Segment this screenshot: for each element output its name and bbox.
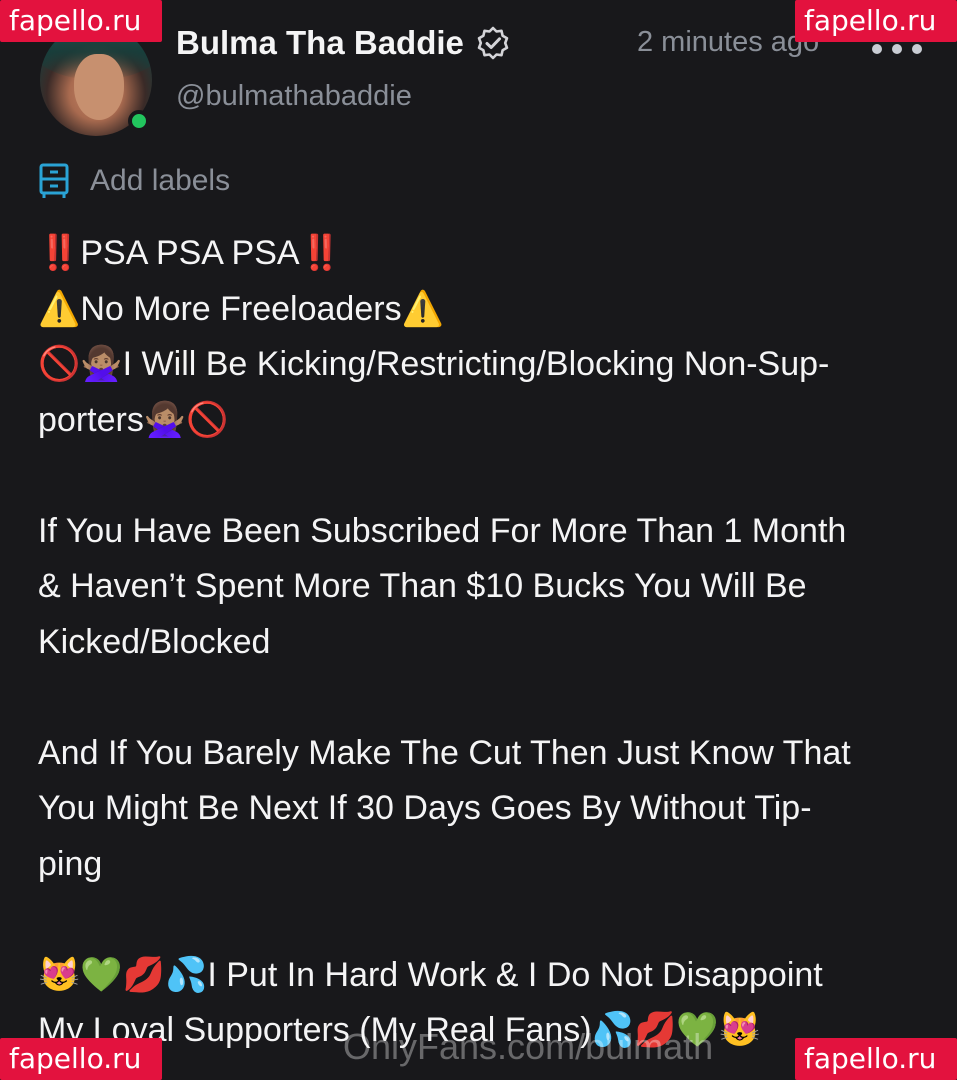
- post-text-line: If You Have Been Subscribed For More Tha…: [38, 511, 847, 550]
- post-text-line: 😻💚💋💦I Put In Hard Work & I Do Not Disapp…: [38, 955, 823, 994]
- verified-badge-icon: [477, 26, 509, 60]
- post-timestamp: 2 minutes ago: [637, 26, 820, 58]
- author-handle[interactable]: @bulmathabaddie: [176, 80, 412, 113]
- post-text-line: & Haven’t Spent More Than $10 Bucks You …: [38, 567, 807, 605]
- post-text-spacer: [38, 670, 918, 726]
- site-watermark: OnlyFans.com/bulmath: [343, 1026, 714, 1067]
- author-name-row[interactable]: Bulma Tha Baddie: [176, 24, 510, 62]
- watermark-top-left: fapello.ru: [0, 0, 162, 42]
- post-text-spacer: [38, 448, 918, 504]
- post-text-line: And If You Barely Make The Cut Then Just…: [38, 733, 851, 772]
- more-dots-icon: [892, 44, 902, 54]
- more-dots-icon: [872, 44, 882, 54]
- post-text-line: 🚫🙅🏽‍♀️I Will Be Kicking/Restricting/Bloc…: [38, 345, 830, 383]
- post-text-line: ‼️PSA PSA PSA‼️: [38, 234, 342, 272]
- post-text-line: You Might Be Next If 30 Days Goes By Wit…: [38, 789, 812, 827]
- watermark-top-right: fapello.ru: [795, 0, 957, 42]
- post-text-spacer: [38, 892, 918, 948]
- post-text-line: porters🙅🏽‍♀️🚫: [38, 400, 229, 439]
- labels-icon: [39, 163, 69, 198]
- online-status-indicator: [128, 110, 150, 132]
- post-text: ‼️PSA PSA PSA‼️ ⚠️No More Freeloaders⚠️ …: [38, 226, 918, 1059]
- post-text-line: ⚠️No More Freeloaders⚠️: [38, 289, 444, 328]
- author-display-name[interactable]: Bulma Tha Baddie: [176, 24, 464, 62]
- watermark-bottom-left: fapello.ru: [0, 1038, 162, 1080]
- post-text-line: ping: [38, 844, 103, 883]
- more-dots-icon: [912, 44, 922, 54]
- avatar-face: [74, 54, 124, 120]
- watermark-bottom-right: fapello.ru: [795, 1038, 957, 1080]
- post-text-line: Kicked/Blocked: [38, 622, 271, 661]
- add-labels-button[interactable]: Add labels: [38, 162, 230, 200]
- add-labels-label: Add labels: [90, 164, 231, 197]
